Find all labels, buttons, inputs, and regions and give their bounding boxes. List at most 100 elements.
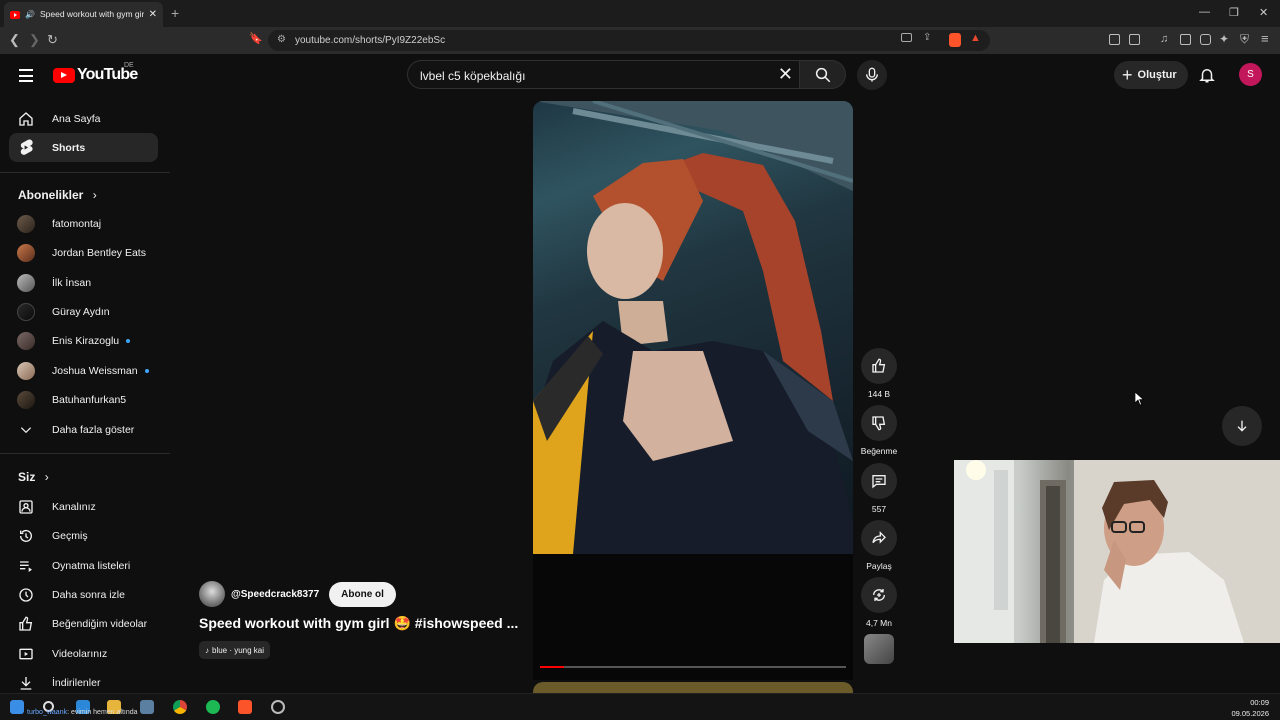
wallet-icon[interactable] xyxy=(1129,34,1140,45)
like-button[interactable]: 144 B xyxy=(861,348,897,399)
music-note-icon: ♪ xyxy=(205,645,209,655)
spotify-icon[interactable] xyxy=(206,700,220,714)
browser-tab[interactable]: 🔊 Speed workout with gym girl 🤩 #ishowsp… xyxy=(4,2,163,27)
extensions-icon[interactable] xyxy=(1109,34,1120,45)
reload-button[interactable]: ↻ xyxy=(47,32,58,48)
account-avatar[interactable]: S xyxy=(1239,63,1262,86)
sidebar-item-label: Videolarınız xyxy=(52,647,108,660)
ticker-user: turbo_waank xyxy=(27,709,68,716)
cast-icon[interactable] xyxy=(901,33,912,42)
subscriptions-heading[interactable]: Abonelikler › xyxy=(18,188,97,202)
sidebar-item-subscription[interactable]: fatomontaj xyxy=(9,209,158,238)
restore-button[interactable]: ❐ xyxy=(1229,6,1239,19)
sidebar-item-label: Beğendiğim videolar xyxy=(52,617,148,630)
dislike-button[interactable]: Beğenme xyxy=(861,405,897,456)
sidebar-item-home[interactable]: Ana Sayfa xyxy=(9,104,158,133)
you-heading-label: Siz xyxy=(18,470,36,484)
notifications-bell-icon[interactable] xyxy=(1198,65,1216,85)
sidebar-item-liked-videos[interactable]: Beğendiğim videolar xyxy=(9,609,158,638)
app-icon[interactable] xyxy=(140,700,154,714)
subscribe-button[interactable]: Abone ol xyxy=(329,581,396,607)
brave-rewards-icon[interactable]: ▲ xyxy=(970,32,981,44)
bookmark-icon[interactable]: 🔖 xyxy=(249,32,263,45)
sound-thumbnail[interactable] xyxy=(864,634,894,664)
like-icon xyxy=(17,615,35,633)
sidebar-item-your-channel[interactable]: Kanalınız xyxy=(9,492,158,521)
search-button[interactable] xyxy=(800,60,846,89)
sidebar-item-label: fatomontaj xyxy=(52,217,102,230)
show-more-button[interactable]: Daha fazla göster xyxy=(9,415,158,444)
avatar xyxy=(17,361,35,380)
forward-button[interactable]: ❯ xyxy=(29,32,40,48)
remix-icon xyxy=(861,577,897,613)
wallet-button-icon[interactable] xyxy=(1200,34,1211,45)
show-more-label: Daha fazla göster xyxy=(52,423,135,436)
sidebar-item-subscription[interactable]: Jordan Bentley Eats xyxy=(9,238,158,267)
youtube-logo[interactable]: YouTube DE xyxy=(53,62,138,84)
video-progress-bar[interactable] xyxy=(540,666,846,668)
voice-search-button[interactable] xyxy=(857,60,887,90)
arrow-down-icon xyxy=(1237,420,1247,432)
search-input[interactable]: lvbel c5 köpekbalığı ✕ xyxy=(407,60,800,89)
home-icon xyxy=(17,110,35,128)
share-label: Paylaş xyxy=(866,561,892,571)
sidebar-item-label: Batuhanfurkan5 xyxy=(52,393,127,406)
youtube-header: YouTube DE lvbel c5 köpekbalığı ✕ + Oluş… xyxy=(0,54,1280,98)
sidebar-item-history[interactable]: Geçmiş xyxy=(9,521,158,550)
brave-icon[interactable] xyxy=(238,700,252,714)
channel-name[interactable]: @Speedcrack8377 xyxy=(231,589,319,600)
sidebar-item-subscription[interactable]: İlk İnsan xyxy=(9,268,158,297)
media-icon[interactable]: ♫ xyxy=(1160,33,1168,45)
you-heading[interactable]: Siz › xyxy=(18,470,49,484)
sidebar-item-subscription[interactable]: Enis Kirazoglu xyxy=(9,326,158,355)
close-window-button[interactable]: ✕ xyxy=(1259,6,1268,19)
next-short-button[interactable] xyxy=(1222,406,1262,446)
guide-menu-button[interactable] xyxy=(19,69,33,86)
close-tab-icon[interactable]: ✕ xyxy=(149,9,157,20)
channel-icon xyxy=(17,498,35,516)
share-button[interactable]: Paylaş xyxy=(861,520,897,571)
back-button[interactable]: ❮ xyxy=(9,32,20,48)
youtube-favicon-icon xyxy=(10,10,20,19)
watch-later-icon xyxy=(17,586,35,604)
sidebar-item-subscription[interactable]: Güray Aydın xyxy=(9,297,158,326)
brave-shields-icon[interactable] xyxy=(949,33,961,47)
music-chip[interactable]: ♪ blue · yung kai xyxy=(199,641,271,659)
new-tab-button[interactable]: + xyxy=(171,5,179,21)
sidebar-item-label: Daha sonra izle xyxy=(52,588,125,601)
comments-button[interactable]: 557 xyxy=(861,463,897,514)
windows-start-icon[interactable] xyxy=(10,700,24,714)
sidebar-item-watch-later[interactable]: Daha sonra izle xyxy=(9,580,158,609)
address-bar[interactable]: ⚙ youtube.com/shorts/PyI9Z22ebSc ⇪ ▲ xyxy=(268,30,990,51)
country-code: DE xyxy=(124,62,134,69)
new-content-dot xyxy=(144,368,149,373)
chat-ticker: turbo_waank: evimin hemen altında xyxy=(27,709,138,716)
system-clock[interactable]: 00:09 09.05.2026 xyxy=(1231,697,1269,719)
clear-search-icon[interactable]: ✕ xyxy=(778,64,793,85)
site-info-icon[interactable]: ⚙ xyxy=(277,34,286,45)
remix-button[interactable]: 4,7 Mn xyxy=(861,577,897,628)
sidebar-item-label: İlk İnsan xyxy=(52,276,92,289)
avatar xyxy=(17,243,35,262)
sidebar-item-playlists[interactable]: Oynatma listeleri xyxy=(9,551,158,580)
share-icon[interactable]: ⇪ xyxy=(923,32,931,43)
sidebar-item-shorts[interactable]: Shorts xyxy=(9,133,158,162)
avatar[interactable] xyxy=(199,581,225,607)
speaker-icon[interactable]: 🔊 xyxy=(25,10,35,19)
sidebar-item-subscription[interactable]: Joshua Weissman xyxy=(9,356,158,385)
minimize-button[interactable]: — xyxy=(1199,6,1210,18)
short-title[interactable]: Speed workout with gym girl 🤩 #ishowspee… xyxy=(199,615,518,632)
webcam-overlay xyxy=(954,460,1280,643)
shorts-video-player[interactable] xyxy=(533,101,853,554)
create-button[interactable]: + Oluştur xyxy=(1114,61,1188,89)
sidebar-item-subscription[interactable]: Batuhanfurkan5 xyxy=(9,385,158,414)
sidebar-item-your-videos[interactable]: Videolarınız xyxy=(9,639,158,668)
obs-icon[interactable] xyxy=(271,700,285,714)
share-arrow-icon xyxy=(861,520,897,556)
vpn-icon[interactable]: ⛨ xyxy=(1240,32,1249,47)
chevron-down-icon xyxy=(17,421,35,439)
chrome-icon[interactable] xyxy=(173,700,187,714)
sidebar-toggle-icon[interactable] xyxy=(1180,34,1191,45)
leo-ai-icon[interactable]: ✦ xyxy=(1219,32,1229,46)
menu-icon[interactable]: ≡ xyxy=(1261,31,1269,46)
